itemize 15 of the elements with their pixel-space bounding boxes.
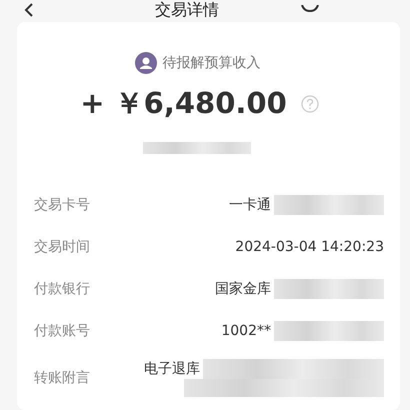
field-value: 一卡通 — [229, 196, 271, 214]
amount: + ￥6,480.00 — [80, 85, 287, 122]
field-value: 国家金库 — [215, 280, 271, 298]
avatar-icon — [134, 52, 156, 74]
page-title: 交易详情 — [155, 1, 219, 19]
back-icon[interactable] — [24, 3, 34, 17]
field-label: 转账附言 — [34, 369, 90, 387]
field-label: 交易卡号 — [34, 196, 90, 214]
field-label: 付款账号 — [34, 322, 90, 340]
field-label: 付款银行 — [34, 280, 90, 298]
field-value: 2024-03-04 14:20:23 — [235, 239, 384, 255]
field-label: 交易时间 — [34, 238, 90, 256]
field-value: 电子退库 — [144, 360, 200, 378]
category-label: 待报解预算收入 — [162, 54, 260, 72]
field-value: 1002** — [221, 323, 271, 339]
